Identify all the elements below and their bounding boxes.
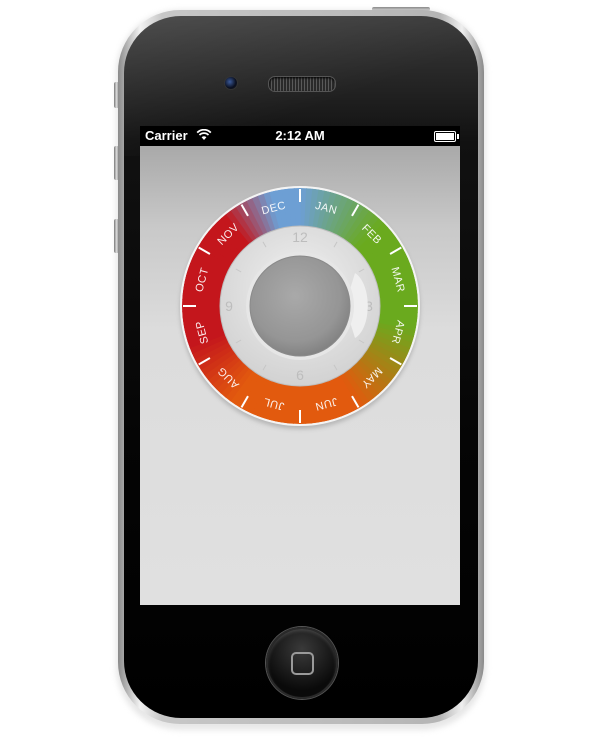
home-button[interactable] xyxy=(266,627,338,699)
hour-label-6: 6 xyxy=(296,367,304,383)
month-hour-dial: JANFEBMARAPRMAYJUNJULAUGSEPOCTNOVDEC 12 … xyxy=(180,186,420,429)
center-knob[interactable] xyxy=(249,255,351,357)
home-square-icon xyxy=(291,652,314,675)
hour-label-9: 9 xyxy=(225,298,233,314)
app-screen: JAN FEB MAR APR MAY JUN JUL AUG SEP OCT NOV DEC 12 … xyxy=(140,146,460,605)
battery-icon xyxy=(434,131,459,142)
hour-label-12: 12 xyxy=(292,229,308,245)
earpiece-speaker xyxy=(268,76,336,92)
status-bar: Carrier 2:12 AM xyxy=(140,126,460,146)
camera-icon xyxy=(224,76,238,90)
status-time: 2:12 AM xyxy=(275,128,325,143)
